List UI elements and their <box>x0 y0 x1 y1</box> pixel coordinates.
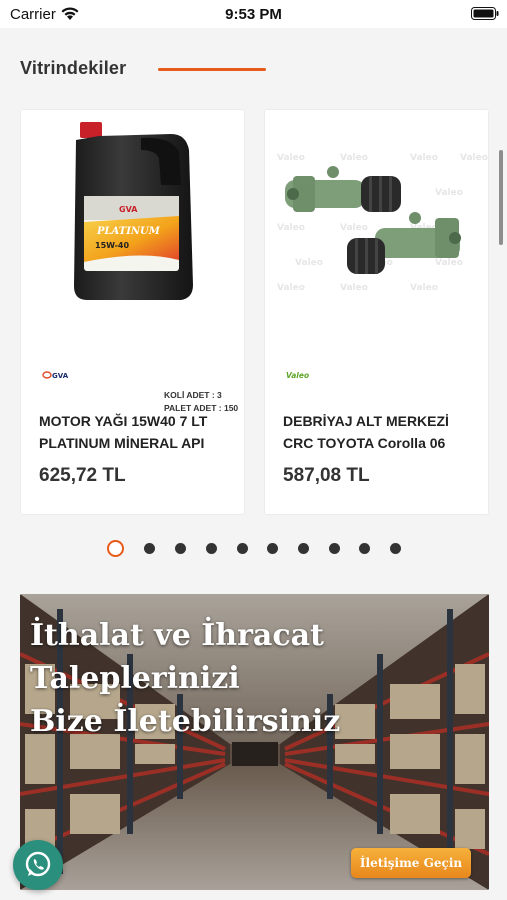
product-name: DEBRİYAJ ALT MERKEZİ CRC TOYOTA Corolla … <box>283 413 449 451</box>
carousel-dot[interactable] <box>206 543 217 554</box>
section-header: Vitrindekiler <box>20 58 126 82</box>
oil-label-text: PLATINUM <box>96 226 161 237</box>
koli-line: KOLİ ADET : 3 <box>164 390 222 400</box>
carousel-dot-active[interactable] <box>107 540 124 557</box>
product-card[interactable]: GVA PLATINUM 15W-40 KOLİ ADET : 3 PALET … <box>20 109 245 515</box>
oil-brand-text: GVA <box>119 205 138 214</box>
brand-text: Valeo <box>286 371 309 380</box>
banner-headline-line: Bize İletebilirsiniz <box>30 704 341 739</box>
carousel-dot[interactable] <box>267 543 278 554</box>
oil-grade-text: 15W-40 <box>95 241 129 250</box>
section-underline <box>158 68 266 71</box>
status-time: 9:53 PM <box>225 6 282 23</box>
svg-text:Valeo: Valeo <box>340 283 368 293</box>
svg-text:Valeo: Valeo <box>340 153 368 163</box>
carousel-dot[interactable] <box>329 543 340 554</box>
product-card[interactable]: Valeo Valeo Valeo Valeo Valeo Valeo Valeo Val… <box>264 109 489 515</box>
product-price: 587,08 TL <box>283 465 370 486</box>
carousel-pagination <box>107 539 407 559</box>
svg-text:Valeo: Valeo <box>340 223 368 233</box>
whatsapp-button[interactable] <box>13 840 63 890</box>
import-export-banner[interactable]: İthalat ve İhracat Taleplerinizi Bize İl… <box>20 594 489 890</box>
svg-text:Valeo: Valeo <box>295 258 323 268</box>
svg-text:Valeo: Valeo <box>277 283 305 293</box>
svg-text:Valeo: Valeo <box>435 188 463 198</box>
carousel-dot[interactable] <box>175 543 186 554</box>
banner-headline-line: Taleplerinizi <box>30 661 240 696</box>
banner-headline: İthalat ve İhracat Taleplerinizi Bize İl… <box>30 614 340 743</box>
carousel-dot[interactable] <box>359 543 370 554</box>
svg-text:Valeo: Valeo <box>277 153 305 163</box>
svg-text:Valeo: Valeo <box>460 153 488 163</box>
section-title: Vitrindekiler <box>20 58 127 78</box>
carousel-dot[interactable] <box>298 543 309 554</box>
contact-button[interactable]: İletişime Geçin <box>351 848 471 878</box>
brand-text: GVA <box>52 372 69 380</box>
scroll-indicator[interactable] <box>499 150 503 245</box>
product-image-clutch-cylinder: Valeo Valeo Valeo Valeo Valeo Valeo Valeo Val… <box>277 153 488 293</box>
svg-text:Valeo: Valeo <box>410 283 438 293</box>
battery-icon <box>471 7 499 20</box>
brand-logo-valeo: Valeo <box>285 368 315 387</box>
carousel-dot[interactable] <box>237 543 248 554</box>
whatsapp-icon <box>25 851 51 877</box>
svg-text:Valeo: Valeo <box>277 223 305 233</box>
valeo-logo-icon: Valeo <box>286 371 309 380</box>
product-image-motor-oil: GVA PLATINUM 15W-40 <box>74 122 193 300</box>
home-page: Vitrindekiler GVA PLATINUM 15W-40 KOLİ A… <box>0 28 507 900</box>
carousel-dot[interactable] <box>144 543 155 554</box>
status-bar: Carrier 9:53 PM <box>0 0 507 28</box>
brand-logo-gva: GVA <box>41 368 71 387</box>
banner-headline-line: İthalat ve İhracat <box>30 618 324 653</box>
svg-text:Valeo: Valeo <box>435 258 463 268</box>
product-name: MOTOR YAĞI 15W40 7 LT PLATINUM MİNERAL A… <box>39 413 208 451</box>
carousel-dot[interactable] <box>390 543 401 554</box>
gva-logo-icon: GVA <box>42 371 69 380</box>
svg-text:Valeo: Valeo <box>410 153 438 163</box>
product-price: 625,72 TL <box>39 465 126 486</box>
